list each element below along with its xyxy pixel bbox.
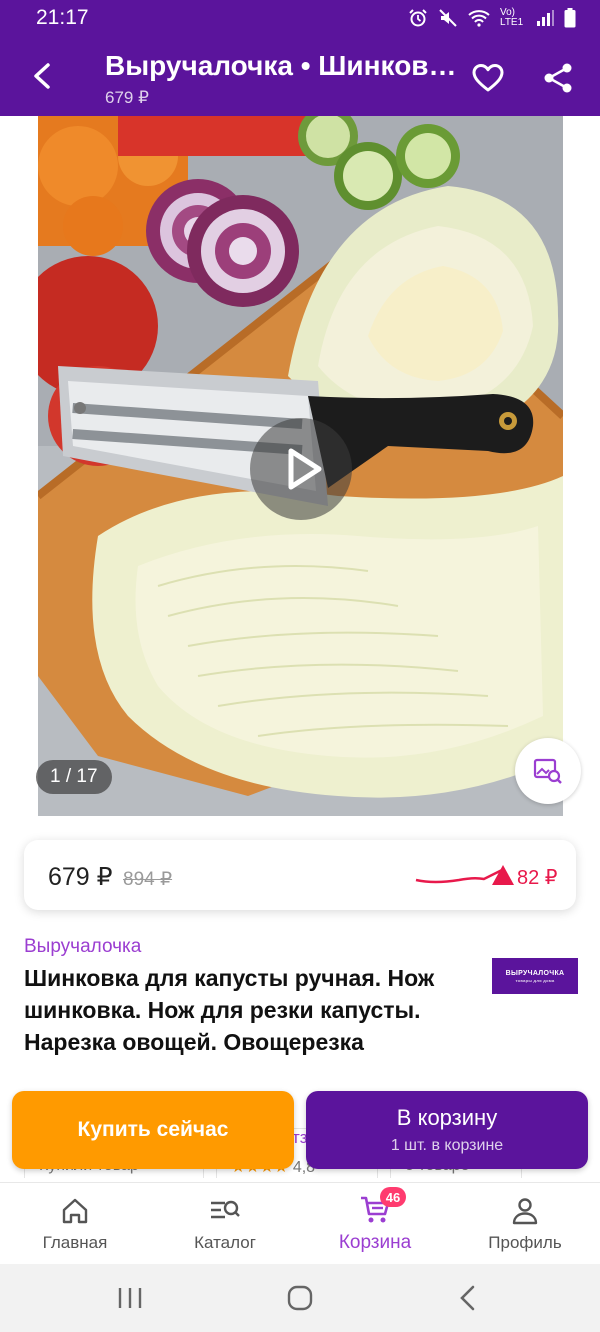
gallery-counter: 1 / 17 (36, 760, 112, 794)
play-video-button[interactable] (250, 418, 352, 520)
cart-count-badge: 46 (380, 1187, 406, 1207)
brand-logo-text: ВЫРУЧАЛОЧКА (505, 969, 565, 977)
status-icons: Vo) LTE1 (408, 8, 576, 28)
cart-quantity-label: 1 шт. в корзине (390, 1137, 504, 1154)
nav-profile[interactable]: Профиль (450, 1183, 600, 1265)
brand-logo[interactable]: ВЫРУЧАЛОЧКА товары для дома (492, 958, 578, 994)
find-similar-button[interactable] (515, 738, 581, 804)
add-to-cart-label: В корзину (396, 1105, 498, 1130)
product-title: Шинковка для капусты ручная. Нож шинковк… (24, 965, 435, 1055)
status-time: 21:17 (36, 6, 89, 29)
header-price: 679 ₽ (105, 88, 149, 107)
add-to-cart-button[interactable]: В корзину 1 шт. в корзине (306, 1091, 588, 1169)
play-icon (288, 448, 322, 490)
battery-icon (564, 8, 576, 28)
image-search-icon (533, 758, 562, 784)
product-gallery[interactable]: 1 / 17 (0, 116, 600, 816)
catalog-search-icon (211, 1200, 240, 1219)
brand-logo-subtext: товары для дома (515, 977, 555, 983)
back-system-button[interactable] (438, 1282, 498, 1314)
home-icon (62, 1198, 88, 1224)
favorite-button[interactable] (468, 58, 508, 98)
back-button[interactable] (22, 56, 62, 96)
nav-home-label: Главная (42, 1233, 108, 1252)
nav-catalog-label: Каталог (194, 1233, 256, 1252)
chevron-left-icon (460, 1285, 475, 1311)
page-title: Выручалочка • Шинков… (105, 50, 457, 81)
nav-cart[interactable]: Корзина 46 (300, 1183, 450, 1265)
alarm-icon (409, 9, 427, 27)
recent-apps-button[interactable] (100, 1282, 160, 1314)
share-button[interactable] (538, 58, 578, 98)
home-circle-icon (287, 1285, 313, 1311)
system-navigation-bar (0, 1264, 600, 1332)
current-price: 679 ₽ (48, 863, 113, 891)
signal-icon (537, 10, 554, 26)
mute-icon (439, 9, 457, 27)
home-system-button[interactable] (270, 1282, 330, 1314)
heart-icon (472, 64, 504, 92)
recent-apps-icon (118, 1288, 142, 1308)
nav-cart-label: Корзина (338, 1232, 412, 1253)
status-bar: 21:17 Vo) LTE1 (0, 0, 600, 36)
nav-home[interactable]: Главная (0, 1183, 150, 1265)
wifi-icon (468, 10, 490, 27)
buy-now-button[interactable]: Купить сейчас (12, 1091, 294, 1169)
price-card[interactable]: 679 ₽ 894 ₽ 82 ₽ (24, 840, 576, 910)
old-price: 894 ₽ (123, 869, 173, 890)
bottom-navigation: Главная Каталог Корзина 46 Профиль (0, 1182, 600, 1264)
price-diff: 82 ₽ (517, 867, 558, 889)
profile-icon (512, 1198, 538, 1225)
arrow-back-icon (34, 63, 50, 89)
share-icon (544, 63, 572, 93)
app-bar: Выручалочка • Шинков… 679 ₽ (0, 36, 600, 116)
network-label: Vo) LTE1 (500, 7, 524, 28)
nav-profile-label: Профиль (488, 1233, 562, 1252)
nav-catalog[interactable]: Каталог (150, 1183, 300, 1265)
price-up-icon (492, 865, 514, 885)
seller-link[interactable]: Выручалочка (24, 936, 141, 958)
